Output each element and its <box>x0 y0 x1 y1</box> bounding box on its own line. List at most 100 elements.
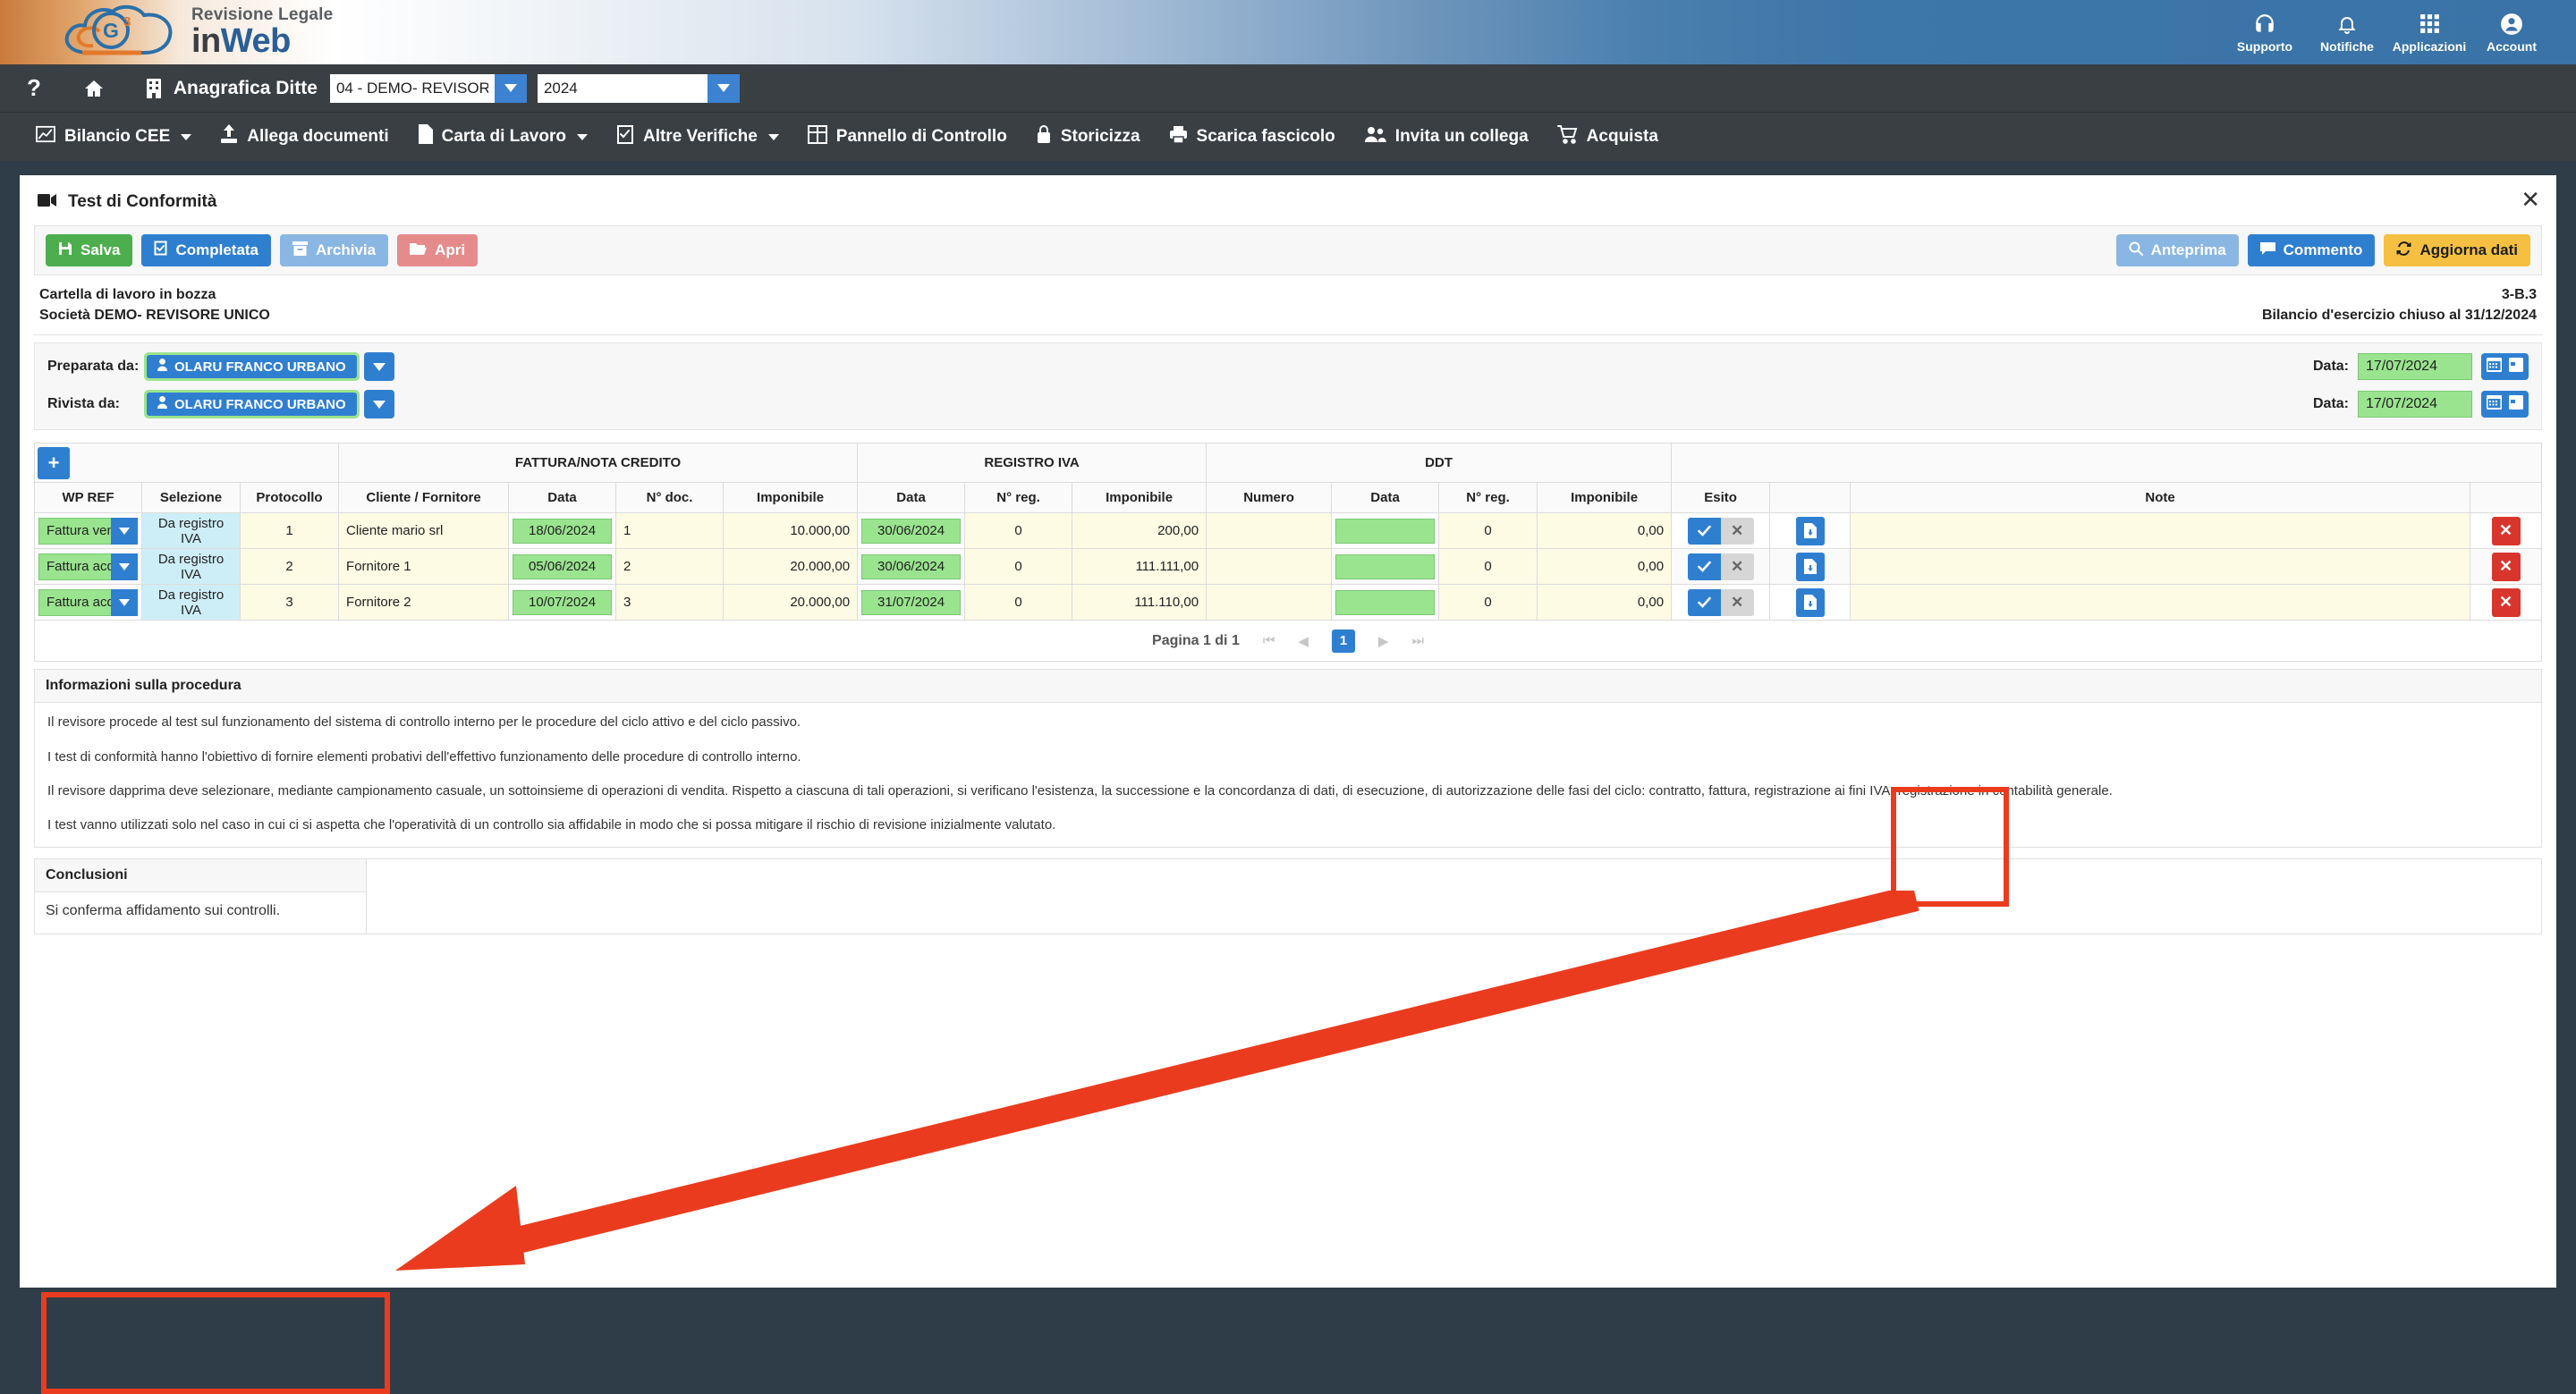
save-button[interactable]: Salva <box>46 234 133 266</box>
menu-invita-un-collega[interactable]: Invita un collega <box>1350 125 1543 148</box>
prepared-date-calendar-buttons[interactable] <box>2481 353 2529 381</box>
next-page-button[interactable]: ▶ <box>1378 633 1389 649</box>
file-upload-icon[interactable] <box>1795 516 1825 545</box>
chevron-down-icon[interactable] <box>111 517 138 545</box>
year-selector[interactable] <box>537 73 740 103</box>
ddt-data-value[interactable] <box>1335 518 1436 544</box>
fattura-data-value[interactable]: 18/06/2024 <box>513 518 613 544</box>
cell-fattura-imponibile[interactable]: 20.000,00 <box>723 548 859 586</box>
cell-ddt-data[interactable] <box>1331 584 1440 621</box>
cell-iva-imponibile[interactable]: 111.110,00 <box>1072 584 1208 621</box>
iva-data-value[interactable]: 31/07/2024 <box>861 589 962 615</box>
cell-attachment[interactable] <box>1769 512 1852 550</box>
ddt-data-value[interactable] <box>1335 553 1436 579</box>
menu-storicizza[interactable]: Storicizza <box>1021 124 1155 149</box>
wpref-select[interactable]: Fattura acquisto <box>38 588 138 616</box>
prepared-by-dropdown-icon[interactable] <box>363 352 394 382</box>
cell-delete[interactable]: ✕ <box>2470 512 2542 550</box>
cell-note[interactable] <box>1850 512 2470 550</box>
cell-protocollo[interactable]: 1 <box>239 512 340 550</box>
cell-fattura-data[interactable]: 18/06/2024 <box>508 512 617 550</box>
calendar-today-icon[interactable] <box>2509 357 2523 376</box>
cell-esito[interactable]: ✕ <box>1671 584 1771 621</box>
conclusions-text[interactable]: Si conferma affidamento sui controlli. <box>35 892 366 934</box>
anteprima-button[interactable]: Anteprima <box>2115 234 2239 266</box>
cell-esito[interactable]: ✕ <box>1671 512 1771 550</box>
archivia-button[interactable]: Archivia <box>280 234 389 266</box>
cell-iva-nreg[interactable]: 0 <box>964 512 1073 550</box>
cell-attachment[interactable] <box>1769 548 1852 586</box>
cell-fattura-imponibile[interactable]: 20.000,00 <box>723 584 859 621</box>
first-page-button[interactable]: ⏮ <box>1263 633 1275 648</box>
esito-yes-button[interactable] <box>1687 553 1721 580</box>
ddt-data-value[interactable] <box>1335 589 1436 615</box>
cell-fattura-ndoc[interactable]: 2 <box>615 548 724 586</box>
esito-yes-button[interactable] <box>1687 517 1721 545</box>
home-icon[interactable] <box>82 78 106 99</box>
calendar-today-icon[interactable] <box>2509 394 2523 414</box>
company-selector[interactable] <box>329 73 527 103</box>
cell-wp-ref[interactable]: Fattura acquisto <box>34 548 142 586</box>
calendar-icon[interactable] <box>2487 394 2502 414</box>
delete-icon[interactable]: ✕ <box>2491 552 2521 581</box>
cell-ddt-data[interactable] <box>1331 512 1440 550</box>
reviewed-date-input[interactable] <box>2358 391 2472 418</box>
apri-button[interactable]: Apri <box>397 234 479 266</box>
reviewed-by-user[interactable]: OLARU FRANCO URBANO <box>147 393 357 417</box>
cell-iva-data[interactable]: 30/06/2024 <box>857 548 966 586</box>
wpref-select[interactable]: Fattura acquisto <box>38 553 138 580</box>
cell-fattura-ndoc[interactable]: 3 <box>615 584 724 621</box>
esito-no-button[interactable]: ✕ <box>1720 553 1754 580</box>
aggiorna-dati-button[interactable]: Aggiorna dati <box>2384 234 2530 266</box>
cell-fattura-data[interactable]: 10/07/2024 <box>508 584 617 621</box>
cell-iva-data[interactable]: 30/06/2024 <box>857 512 966 550</box>
wpref-select[interactable]: Fattura vendita <box>38 517 138 545</box>
last-page-button[interactable]: ⏭ <box>1411 633 1424 648</box>
reviewed-by-dropdown-icon[interactable] <box>363 390 394 419</box>
fattura-data-value[interactable]: 10/07/2024 <box>513 589 613 615</box>
cell-esito[interactable]: ✕ <box>1671 548 1771 586</box>
esito-no-button[interactable]: ✕ <box>1720 517 1754 545</box>
company-input[interactable] <box>329 73 495 103</box>
cell-iva-imponibile[interactable]: 200,00 <box>1072 512 1208 550</box>
cell-protocollo[interactable]: 2 <box>239 548 340 586</box>
commento-button[interactable]: Commento <box>2247 234 2376 266</box>
cell-note[interactable] <box>1850 584 2470 621</box>
chevron-down-icon[interactable] <box>111 553 138 580</box>
chevron-down-icon[interactable] <box>111 588 138 616</box>
cell-ddt-nreg[interactable]: 0 <box>1438 512 1538 550</box>
esito-toggle[interactable]: ✕ <box>1687 517 1754 545</box>
cell-iva-imponibile[interactable]: 111.111,00 <box>1072 548 1208 586</box>
cell-ddt-nreg[interactable]: 0 <box>1438 548 1538 586</box>
cell-iva-nreg[interactable]: 0 <box>964 548 1073 586</box>
cell-delete[interactable]: ✕ <box>2470 584 2542 621</box>
cell-iva-nreg[interactable]: 0 <box>964 584 1073 621</box>
esito-toggle[interactable]: ✕ <box>1687 553 1754 580</box>
delete-icon[interactable]: ✕ <box>2491 516 2521 545</box>
prepared-by-field[interactable]: OLARU FRANCO URBANO <box>144 352 360 382</box>
add-row-button[interactable]: + <box>38 446 70 479</box>
calendar-icon[interactable] <box>2487 357 2502 376</box>
applications-button[interactable]: Applicazioni <box>2388 11 2470 54</box>
cell-ddt-imponibile[interactable]: 0,00 <box>1537 512 1673 550</box>
cell-ddt-nreg[interactable]: 0 <box>1438 584 1538 621</box>
prev-page-button[interactable]: ◀ <box>1298 633 1309 649</box>
cell-fattura-ndoc[interactable]: 1 <box>615 512 724 550</box>
cell-ddt-imponibile[interactable]: 0,00 <box>1537 548 1673 586</box>
chevron-down-icon[interactable] <box>707 73 740 103</box>
cell-ddt-numero[interactable] <box>1206 512 1333 550</box>
fattura-data-value[interactable]: 05/06/2024 <box>513 553 613 579</box>
prepared-date-input[interactable] <box>2358 353 2472 381</box>
cell-ddt-data[interactable] <box>1331 548 1440 586</box>
cell-protocollo[interactable]: 3 <box>239 584 340 621</box>
cell-fattura-imponibile[interactable]: 10.000,00 <box>723 512 859 550</box>
esito-toggle[interactable]: ✕ <box>1687 588 1754 616</box>
chevron-down-icon[interactable] <box>494 73 527 103</box>
menu-allega-documenti[interactable]: Allega documenti <box>206 124 402 149</box>
cell-ddt-numero[interactable] <box>1206 584 1333 621</box>
help-button[interactable]: ? <box>27 74 41 102</box>
menu-scarica-fascicolo[interactable]: Scarica fascicolo <box>1155 125 1350 149</box>
video-icon[interactable] <box>38 193 57 212</box>
cell-note[interactable] <box>1850 548 2470 586</box>
cell-iva-data[interactable]: 31/07/2024 <box>857 584 966 621</box>
